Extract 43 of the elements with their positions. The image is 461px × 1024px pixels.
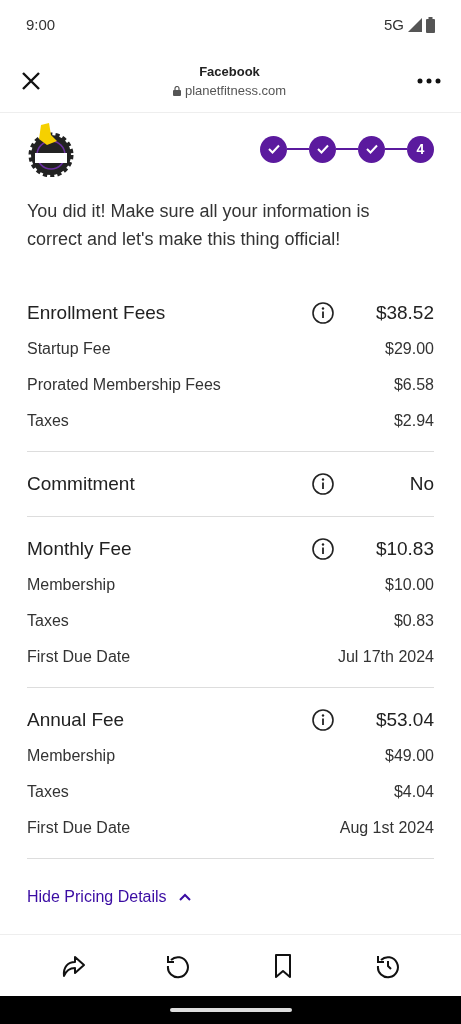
fee-label: Taxes (27, 411, 69, 431)
fee-label: First Due Date (27, 647, 131, 667)
hide-pricing-link[interactable]: Hide Pricing Details (27, 885, 191, 909)
fee-label: Startup Fee (27, 339, 111, 359)
battery-icon (426, 17, 435, 33)
fee-value: $0.83 (393, 611, 434, 631)
signal-icon (408, 18, 422, 32)
step-number: 4 (407, 135, 434, 163)
section-amount: $10.83 (374, 536, 434, 561)
section-amount: No (408, 471, 434, 496)
fee-value: Jul 17th 2024 (337, 647, 434, 667)
fee-label: Membership (27, 575, 116, 595)
fee-value: $2.94 (393, 411, 434, 431)
section-title: Enrollment Fees (27, 300, 167, 325)
gear-logo-drawing (27, 121, 75, 177)
fee-label: First Due Date (27, 818, 131, 838)
fee-value: $4.04 (393, 782, 434, 802)
fee-label: Taxes (27, 611, 69, 631)
page-url: planetfitness.com (184, 82, 287, 100)
section-amount: $53.04 (374, 707, 434, 732)
network-label: 5G (384, 14, 404, 35)
fee-value: $6.58 (393, 375, 434, 395)
section-title: Monthly Fee (27, 536, 133, 561)
close-button[interactable] (20, 70, 42, 92)
section-title: Commitment (27, 471, 136, 496)
fee-value: $49.00 (385, 746, 434, 766)
section-title: Annual Fee (27, 707, 126, 732)
fee-value: Aug 1st 2024 (339, 818, 434, 838)
lock-icon (172, 85, 181, 96)
status-time: 9:00 (26, 14, 56, 35)
fee-label: Taxes (27, 782, 69, 802)
more-button[interactable] (417, 76, 441, 86)
fee-label: Prorated Membership Fees (27, 375, 221, 395)
info-icon[interactable] (312, 302, 334, 324)
fee-value: $10.00 (385, 575, 434, 595)
page-title: Facebook (199, 62, 260, 81)
fee-value: $29.00 (385, 339, 434, 359)
info-icon[interactable] (312, 538, 334, 560)
intro-text: You did it! Make sure all your information is correct and let's make this thing official! (27, 200, 371, 251)
info-icon[interactable] (312, 473, 334, 495)
info-icon[interactable] (312, 709, 334, 731)
fee-label: Membership (27, 746, 116, 766)
section-amount: $38.52 (374, 300, 434, 325)
